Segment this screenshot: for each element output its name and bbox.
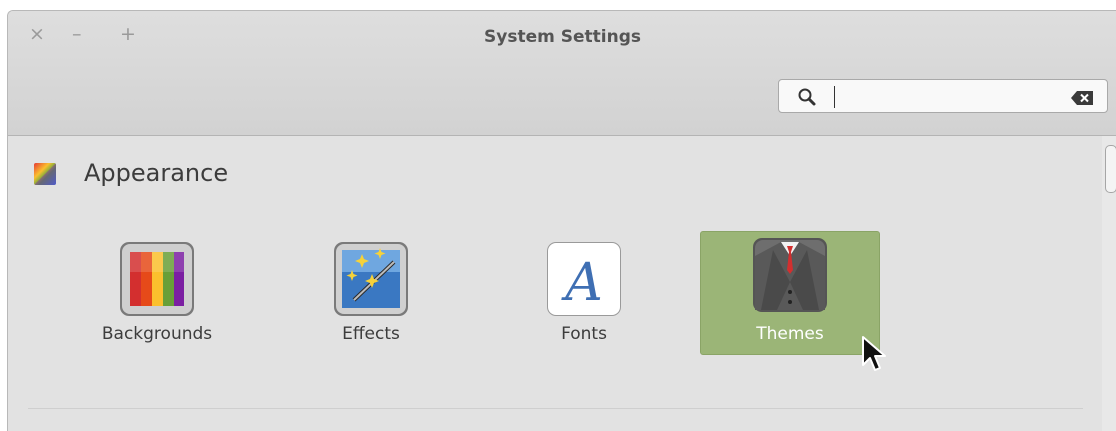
themes-item[interactable]: Themes <box>700 231 880 355</box>
backgrounds-label: Backgrounds <box>101 324 213 344</box>
appearance-icon <box>34 163 56 185</box>
search-box[interactable] <box>778 79 1108 113</box>
scrollbar-thumb[interactable] <box>1105 145 1116 193</box>
fonts-glyph: A <box>561 253 603 313</box>
fonts-label: Fonts <box>561 324 607 344</box>
search-icon <box>797 87 817 111</box>
effects-icon <box>332 240 410 318</box>
backgrounds-item[interactable]: Backgrounds <box>67 230 247 354</box>
settings-content: Appearance Backgrounds Effects A Fonts T… <box>8 136 1116 431</box>
titlebar: × – + System Settings <box>8 11 1116 136</box>
effects-item[interactable]: Effects <box>281 230 461 354</box>
mouse-pointer-icon <box>861 335 887 377</box>
fonts-icon: A <box>545 240 623 318</box>
clear-text-icon[interactable] <box>1071 90 1093 109</box>
backgrounds-icon <box>118 240 196 318</box>
themes-icon <box>751 236 829 314</box>
section-divider <box>28 408 1083 409</box>
window-title: System Settings <box>484 27 641 47</box>
settings-window: × – + System Settings Appearance Backgro… <box>7 10 1116 431</box>
effects-label: Effects <box>342 324 400 344</box>
fonts-item[interactable]: A Fonts <box>494 230 674 354</box>
search-input[interactable] <box>823 84 1057 110</box>
themes-label: Themes <box>756 324 824 344</box>
section-title: Appearance <box>84 159 229 187</box>
